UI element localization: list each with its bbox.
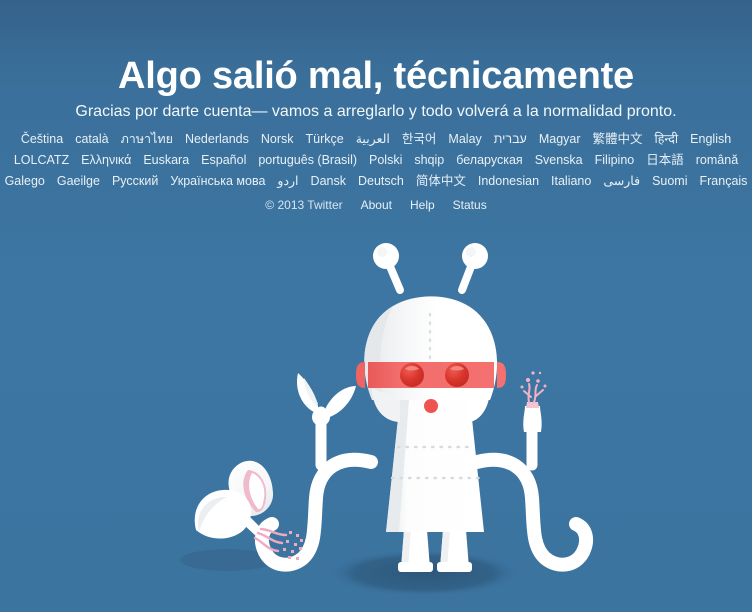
language-link[interactable]: shqip bbox=[408, 150, 450, 171]
pincer-left-prong bbox=[296, 373, 318, 414]
language-link[interactable]: Українська мова bbox=[164, 171, 271, 192]
language-link[interactable]: português (Brasil) bbox=[252, 150, 363, 171]
page-title: Algo salió mal, técnicamente bbox=[117, 55, 634, 98]
language-link[interactable]: 繁體中文 bbox=[587, 129, 649, 150]
broken-arm-stump bbox=[523, 406, 542, 432]
language-link[interactable]: Svenska bbox=[529, 150, 589, 171]
pincer-right-prong bbox=[324, 386, 356, 418]
language-link[interactable]: ภาษาไทย bbox=[115, 129, 179, 150]
broken-robot-illustration bbox=[0, 240, 752, 612]
robot-body bbox=[386, 400, 484, 532]
antenna-ball-left bbox=[373, 243, 399, 269]
language-link[interactable]: Italiano bbox=[545, 171, 597, 192]
footer-link-help[interactable]: Help bbox=[401, 196, 444, 214]
language-link[interactable]: LOLCATZ bbox=[8, 150, 75, 171]
page-subtitle: Gracias por darte cuenta— vamos a arregl… bbox=[75, 103, 677, 120]
spark-wires bbox=[523, 383, 544, 403]
robot-left-arm bbox=[254, 373, 378, 572]
language-row: LOLCATZ Ελληνικά Euskara Español português (… bbox=[0, 150, 752, 171]
language-link[interactable]: Euskara bbox=[137, 150, 195, 171]
language-link[interactable]: اردو bbox=[271, 171, 304, 192]
language-link[interactable]: Deutsch bbox=[352, 171, 410, 192]
robot-svg bbox=[180, 243, 594, 597]
broken-head-shell bbox=[194, 460, 303, 560]
language-link[interactable]: עברית bbox=[488, 129, 533, 150]
language-link[interactable]: беларуская bbox=[450, 150, 528, 171]
language-link[interactable]: हिन्दी bbox=[649, 129, 685, 150]
footer-link-status[interactable]: Status bbox=[444, 196, 496, 214]
robot-right-arm bbox=[470, 371, 594, 572]
language-link[interactable]: Suomi bbox=[646, 171, 693, 192]
footer-link-about[interactable]: About bbox=[352, 196, 401, 214]
language-link[interactable]: 简体中文 bbox=[410, 171, 472, 192]
language-link[interactable]: Polski bbox=[363, 150, 408, 171]
language-link[interactable]: Türkçe bbox=[300, 129, 350, 150]
antenna-ball-right bbox=[462, 243, 488, 269]
error-page: Algo salió mal, técnicamente Gracias por… bbox=[0, 0, 752, 612]
footer-links: © 2013 Twitter About Help Status bbox=[0, 196, 752, 214]
robot-mouth bbox=[424, 399, 438, 413]
language-link[interactable]: Gaeilge bbox=[51, 171, 106, 192]
language-link[interactable]: فارسی bbox=[597, 171, 646, 192]
language-link[interactable]: română bbox=[690, 150, 744, 171]
language-row: Čeština català ภาษาไทย Nederlands Norsk Türkç… bbox=[0, 129, 752, 150]
language-row: Galego Gaeilge Русский Українська мова اردو D… bbox=[0, 171, 752, 192]
language-link[interactable]: Norsk bbox=[255, 129, 300, 150]
language-link[interactable]: 日本語 bbox=[640, 150, 690, 171]
language-link[interactable]: Dansk bbox=[305, 171, 352, 192]
language-link[interactable]: Malay bbox=[442, 129, 487, 150]
copyright-text: © 2013 Twitter bbox=[265, 198, 343, 212]
robot-visor bbox=[368, 362, 494, 388]
robot-head bbox=[356, 243, 506, 422]
language-list: Čeština català ภาษาไทย Nederlands Norsk Türkç… bbox=[0, 129, 752, 192]
spark-dots bbox=[520, 371, 547, 389]
language-link[interactable]: Español bbox=[195, 150, 252, 171]
language-link[interactable]: English bbox=[684, 129, 737, 150]
language-link[interactable]: Čeština bbox=[15, 129, 69, 150]
language-link[interactable]: Français bbox=[694, 171, 752, 192]
language-link[interactable]: Nederlands bbox=[179, 129, 255, 150]
language-link[interactable]: Galego bbox=[0, 171, 51, 192]
language-link[interactable]: Ελληνικά bbox=[75, 150, 137, 171]
language-link[interactable]: العربية bbox=[350, 129, 396, 150]
language-link[interactable]: català bbox=[69, 129, 114, 150]
language-link[interactable]: Русский bbox=[106, 171, 164, 192]
language-link[interactable]: 한국어 bbox=[396, 129, 443, 150]
language-link[interactable]: Filipino bbox=[589, 150, 641, 171]
language-link[interactable]: Magyar bbox=[533, 129, 587, 150]
language-link[interactable]: Indonesian bbox=[472, 171, 545, 192]
robot-antennae bbox=[373, 243, 488, 294]
